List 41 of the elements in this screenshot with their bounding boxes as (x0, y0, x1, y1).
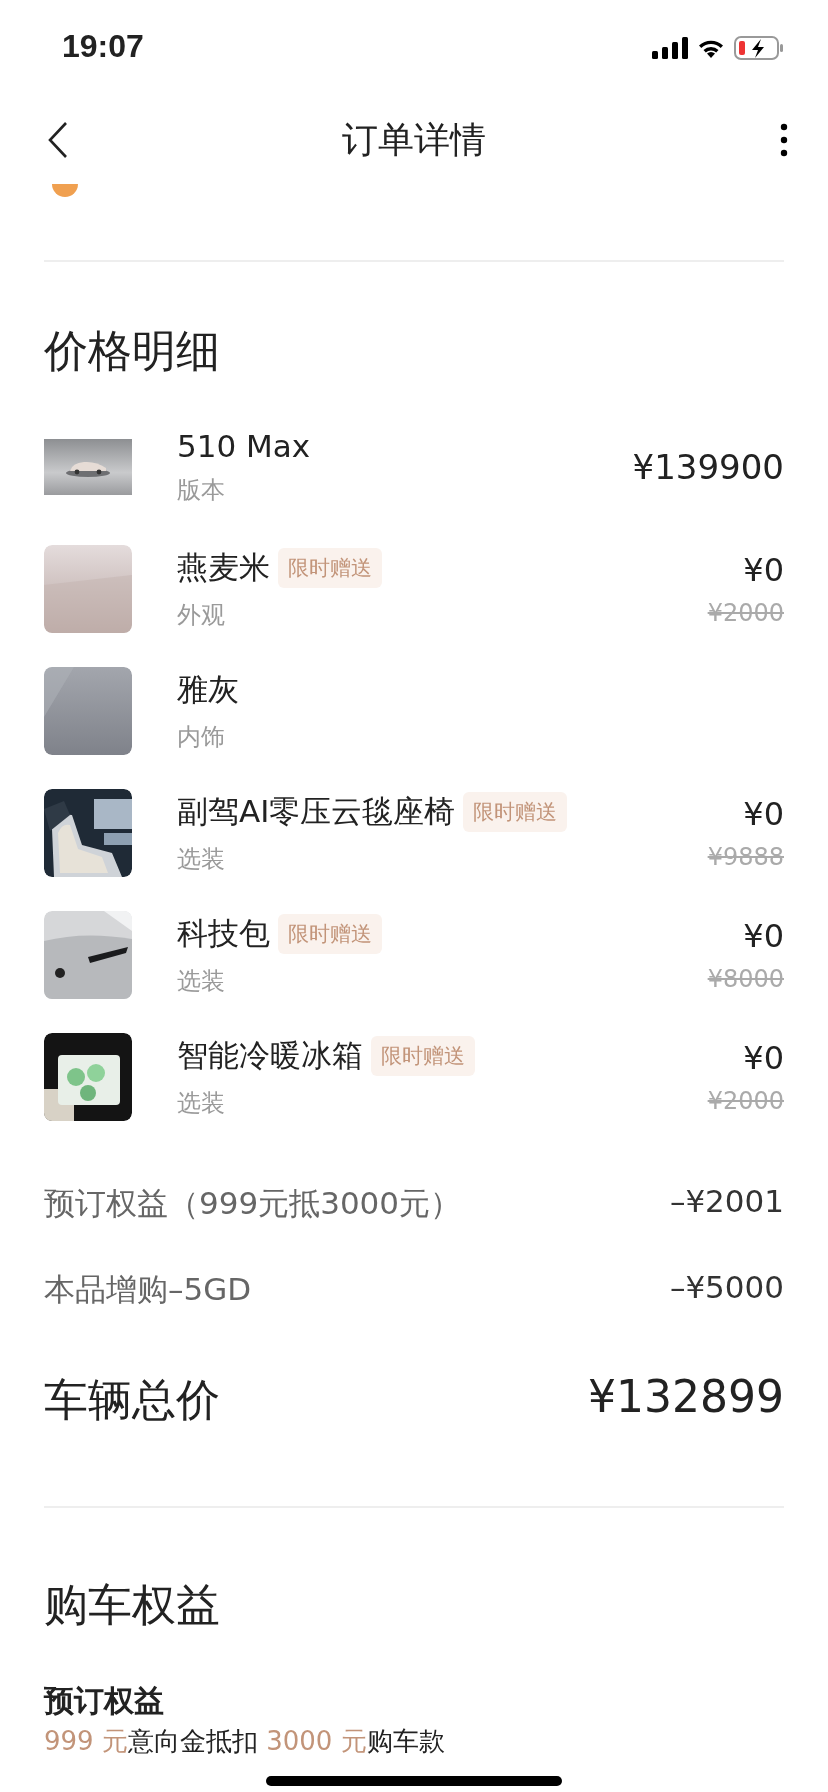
original-price: ¥2000 (707, 1087, 784, 1115)
discount-label: 预订权益（999元抵3000元） (44, 1184, 462, 1223)
item-category: 选装 (177, 1088, 226, 1119)
page-title: 订单详情 (342, 117, 486, 162)
promo-tag: 限时赠送 (371, 1036, 475, 1076)
original-price: ¥9888 (707, 843, 784, 871)
item-price: ¥139900 (632, 447, 784, 487)
total-label: 车辆总价 (44, 1373, 220, 1427)
promo-tag: 限时赠送 (463, 792, 568, 832)
benefit-title: 预订权益 (44, 1682, 165, 1720)
promo-tag: 限时赠送 (278, 914, 382, 954)
discount-label: 本品增购–5GD (44, 1270, 252, 1309)
status-time: 19:07 (62, 27, 144, 65)
item-name: 副驾AI零压云毯座椅 (177, 792, 456, 831)
total-amount: ¥132899 (588, 1371, 784, 1424)
signal-icon (652, 37, 688, 59)
item-category: 内饰 (177, 722, 226, 753)
item-category: 版本 (177, 475, 226, 506)
item-price: ¥0 (743, 917, 784, 955)
item-name: 燕麦米 (177, 548, 270, 587)
original-price: ¥2000 (707, 599, 784, 627)
benefit-description: 999 元意向金抵扣 3000 元购车款 (44, 1726, 446, 1756)
section-title: 购车权益 (44, 1578, 221, 1632)
item-category: 外观 (177, 600, 226, 631)
item-category: 选装 (177, 844, 226, 875)
discount-amount: –¥2001 (669, 1183, 784, 1221)
item-price: ¥0 (743, 1039, 784, 1077)
item-price: ¥0 (743, 551, 784, 589)
item-category: 选装 (177, 966, 226, 997)
back-icon[interactable] (46, 120, 70, 160)
promo-tag: 限时赠送 (278, 548, 382, 588)
original-price: ¥8000 (707, 965, 784, 993)
item-price: ¥0 (743, 795, 784, 833)
battery-icon (734, 36, 784, 60)
item-name: 科技包 (177, 914, 270, 953)
discount-amount: –¥5000 (669, 1269, 784, 1307)
item-name: 雅灰 (177, 670, 239, 709)
section-title: 价格明细 (44, 324, 221, 378)
more-icon[interactable] (780, 123, 788, 157)
item-name: 智能冷暖冰箱 (177, 1036, 363, 1075)
item-name: 510 Max (177, 428, 311, 464)
